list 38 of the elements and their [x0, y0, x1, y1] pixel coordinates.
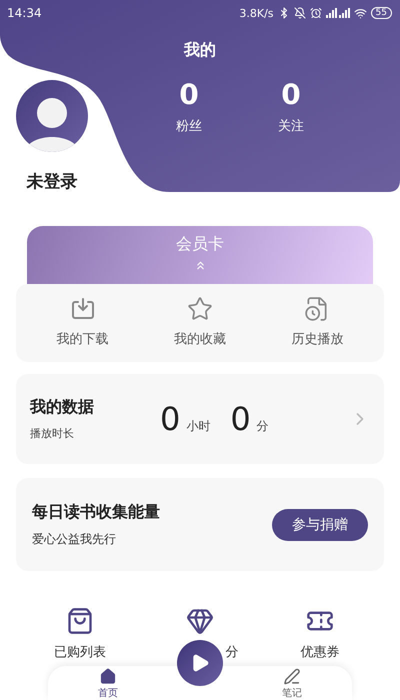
quick-action[interactable]: 我的收藏 — [154, 296, 245, 348]
bag-icon[interactable] — [66, 607, 94, 635]
battery-level: 55 — [370, 7, 392, 19]
star-icon — [186, 296, 213, 322]
quick-action[interactable]: 我的下载 — [38, 296, 128, 348]
pen-icon — [283, 668, 301, 685]
home-icon — [99, 668, 117, 685]
nav-tab[interactable]: 首页 — [98, 666, 118, 700]
service-label[interactable]: 分 — [226, 643, 238, 661]
alarm-icon — [310, 7, 322, 19]
stat-label: 关注 — [278, 118, 304, 135]
minutes-unit: 分 — [256, 418, 269, 435]
status-time: 14:34 — [7, 6, 42, 20]
data-title: 我的数据 — [30, 397, 95, 418]
quick-action[interactable]: 历史播放 — [272, 296, 362, 348]
stat-value: 0 — [281, 78, 301, 111]
network-speed: 3.8K/s — [239, 6, 274, 20]
minutes-value: 0 — [230, 400, 251, 438]
signal-icon — [326, 8, 350, 18]
hours-value: 0 — [160, 400, 180, 438]
play-button[interactable] — [177, 640, 223, 686]
page-title: 我的 — [184, 40, 216, 59]
donate-button[interactable]: 参与捐赠 — [272, 508, 368, 540]
muted-bell-icon — [294, 7, 306, 19]
hours-unit: 小时 — [186, 418, 210, 435]
charity-subtitle: 爱心公益我先行 — [32, 530, 117, 548]
download-icon — [70, 296, 96, 322]
stat-value: 0 — [179, 78, 199, 111]
service-label[interactable]: 优惠券 — [300, 643, 340, 661]
service-label[interactable]: 已购列表 — [54, 643, 106, 661]
wifi-icon — [354, 6, 367, 20]
member-card-title: 会员卡 — [176, 234, 224, 255]
charity-title: 每日读书收集能量 — [32, 502, 160, 522]
data-subtitle: 播放时长 — [30, 426, 75, 441]
diamond-icon[interactable] — [186, 607, 214, 635]
nav-tab[interactable]: 笔记 — [282, 666, 302, 700]
stat-label: 粉丝 — [176, 118, 202, 135]
user-name[interactable]: 未登录 — [26, 170, 78, 193]
